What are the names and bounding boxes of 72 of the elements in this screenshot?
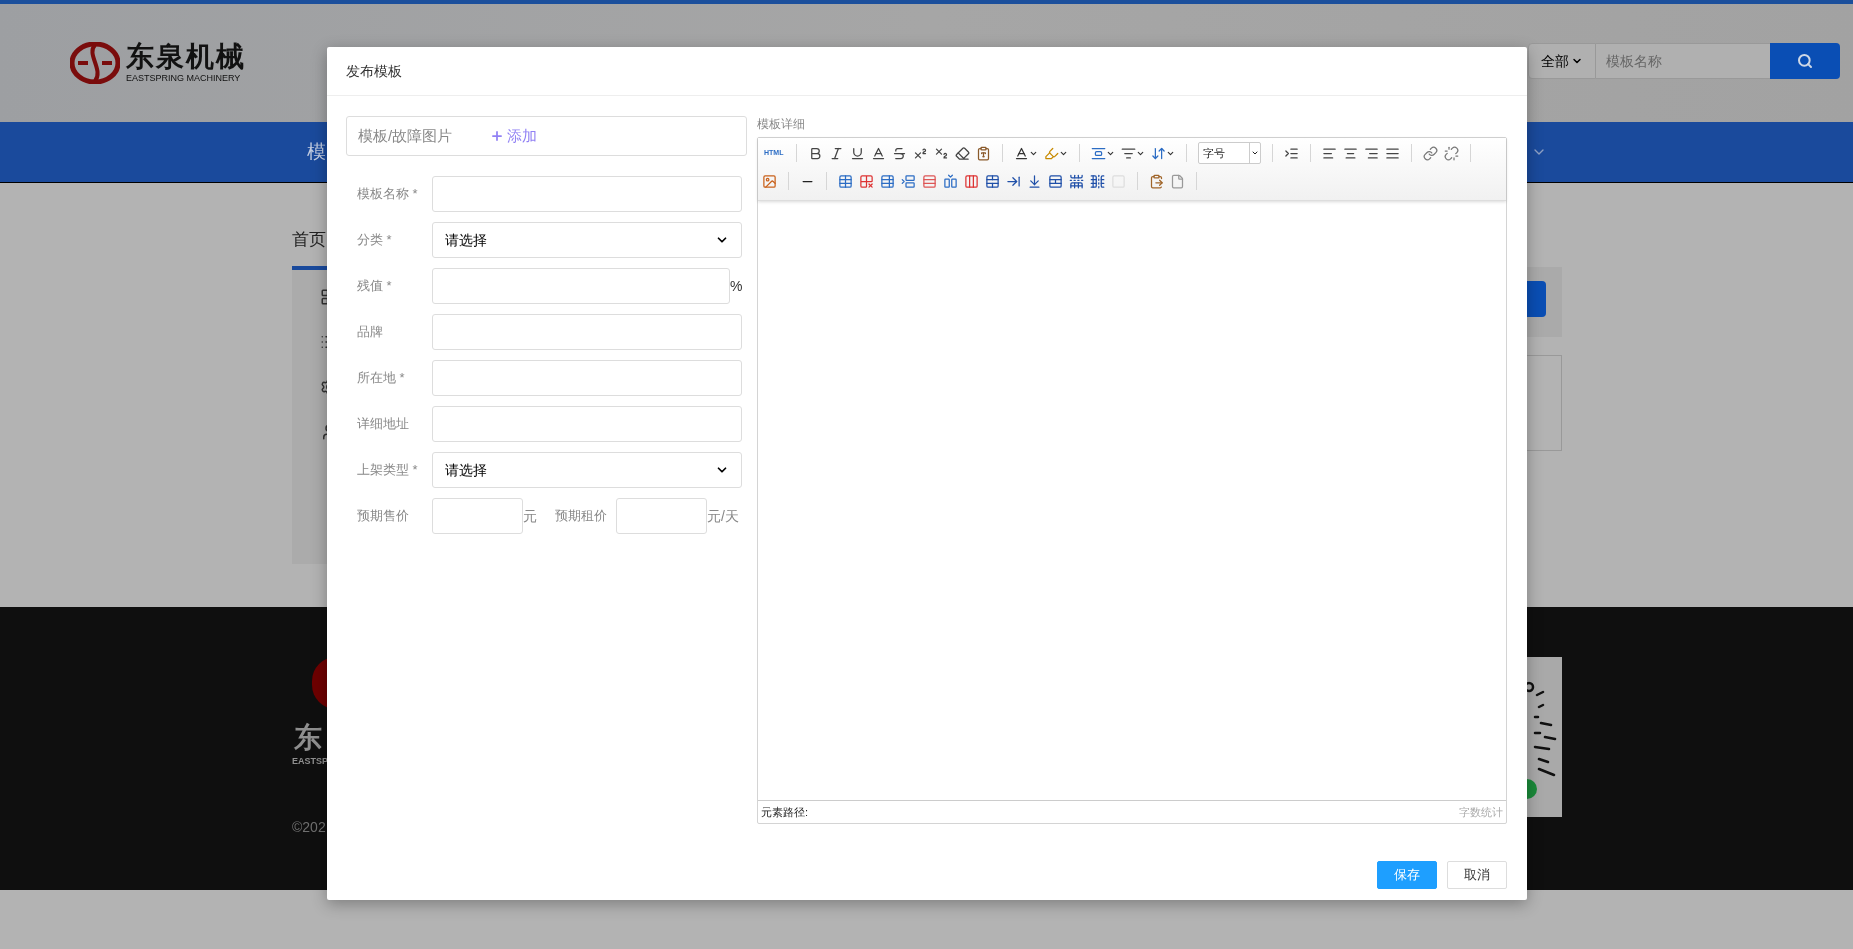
field-label: 预期租价 bbox=[554, 507, 608, 526]
strikethrough-icon[interactable] bbox=[892, 145, 908, 161]
rows-split-icon[interactable] bbox=[1069, 173, 1084, 189]
unlink-icon[interactable] bbox=[1444, 145, 1460, 161]
field-label: 上架类型 * bbox=[356, 461, 419, 480]
line-height-icon[interactable] bbox=[1151, 145, 1167, 161]
table-cross-icon[interactable] bbox=[859, 173, 874, 189]
align-center-icon[interactable] bbox=[1343, 145, 1359, 161]
lines-icon[interactable] bbox=[1121, 145, 1137, 161]
logo-subtitle: EASTSPRING MACHINERY bbox=[126, 72, 242, 84]
input-field[interactable] bbox=[432, 406, 742, 442]
field-label: 所在地 * bbox=[356, 369, 406, 388]
subscript-icon[interactable] bbox=[934, 145, 950, 161]
spacing-icon[interactable] bbox=[1091, 145, 1107, 161]
align-right-icon[interactable] bbox=[1364, 145, 1380, 161]
superscript-icon[interactable] bbox=[913, 145, 929, 161]
image-icon[interactable] bbox=[762, 173, 777, 189]
input-field[interactable] bbox=[432, 176, 742, 212]
align-justify-icon[interactable] bbox=[1385, 145, 1401, 161]
editor-label: 模板详细 bbox=[757, 116, 806, 133]
field-label: 模板名称 * bbox=[356, 185, 419, 204]
cells-merge-icon[interactable] bbox=[985, 173, 1000, 189]
cells-split-icon[interactable] bbox=[1048, 173, 1063, 189]
input-field[interactable] bbox=[432, 268, 730, 304]
copyright: ©202 bbox=[292, 818, 326, 837]
select-field[interactable]: 请选择 bbox=[432, 452, 742, 488]
row-insert-icon[interactable] bbox=[901, 173, 916, 189]
field-label: 分类 * bbox=[356, 231, 393, 250]
select-field[interactable]: 请选择 bbox=[432, 222, 742, 258]
input-field[interactable] bbox=[432, 314, 742, 350]
field-label: 残值 * bbox=[356, 277, 393, 296]
logo-mark-icon bbox=[70, 42, 120, 84]
logo-name: 东泉机械 bbox=[126, 42, 246, 72]
column-insert-icon[interactable] bbox=[943, 173, 958, 189]
clipboard-icon[interactable] bbox=[1149, 173, 1164, 189]
search-field[interactable]: 模板名称 bbox=[1596, 43, 1770, 79]
font-size-select[interactable]: 字号 bbox=[1198, 142, 1262, 164]
align-left-icon[interactable] bbox=[1322, 145, 1338, 161]
plus-icon bbox=[490, 129, 504, 143]
nav-item[interactable]: 模 bbox=[307, 137, 326, 167]
italic-icon[interactable] bbox=[829, 145, 845, 161]
field-label: 品牌 bbox=[356, 323, 384, 342]
input-field[interactable] bbox=[432, 498, 523, 534]
clipboard-text-icon[interactable] bbox=[976, 145, 992, 161]
unit-label: % bbox=[730, 276, 740, 296]
upload-label: 模板/故障图片 bbox=[358, 125, 454, 146]
search-button[interactable] bbox=[1770, 43, 1840, 79]
footer-logo-text: 东 bbox=[294, 721, 322, 755]
scope-select[interactable]: 全部 bbox=[1528, 43, 1596, 79]
search-icon bbox=[1797, 53, 1813, 69]
input-field[interactable] bbox=[616, 498, 707, 534]
underline-icon[interactable] bbox=[850, 145, 866, 161]
indent-icon[interactable] bbox=[1284, 145, 1300, 161]
dialog-title: 发布模板 bbox=[346, 61, 402, 81]
field-label: 详细地址 bbox=[356, 415, 410, 434]
footer-logo-subtitle: EASTSP bbox=[292, 755, 328, 768]
input-field[interactable] bbox=[432, 360, 742, 396]
arrow-down-icon[interactable] bbox=[1027, 173, 1042, 189]
breadcrumb[interactable]: 首页 bbox=[292, 227, 326, 253]
word-count: 字数统计 bbox=[1459, 804, 1503, 820]
cancel-button[interactable]: 取消 bbox=[1447, 861, 1507, 889]
element-path: 元素路径: bbox=[761, 804, 809, 820]
eraser-icon[interactable] bbox=[955, 145, 971, 161]
table-caption-icon[interactable] bbox=[880, 173, 895, 189]
page-icon[interactable] bbox=[1170, 173, 1185, 189]
field-label: 预期售价 bbox=[356, 507, 410, 526]
unit-label: 元/天 bbox=[707, 506, 739, 526]
link-icon[interactable] bbox=[1423, 145, 1439, 161]
font-letter-icon[interactable] bbox=[1014, 145, 1030, 161]
columns-split-icon[interactable] bbox=[1090, 173, 1105, 189]
unit-label: 元 bbox=[523, 506, 537, 526]
table-icon[interactable] bbox=[838, 173, 853, 189]
